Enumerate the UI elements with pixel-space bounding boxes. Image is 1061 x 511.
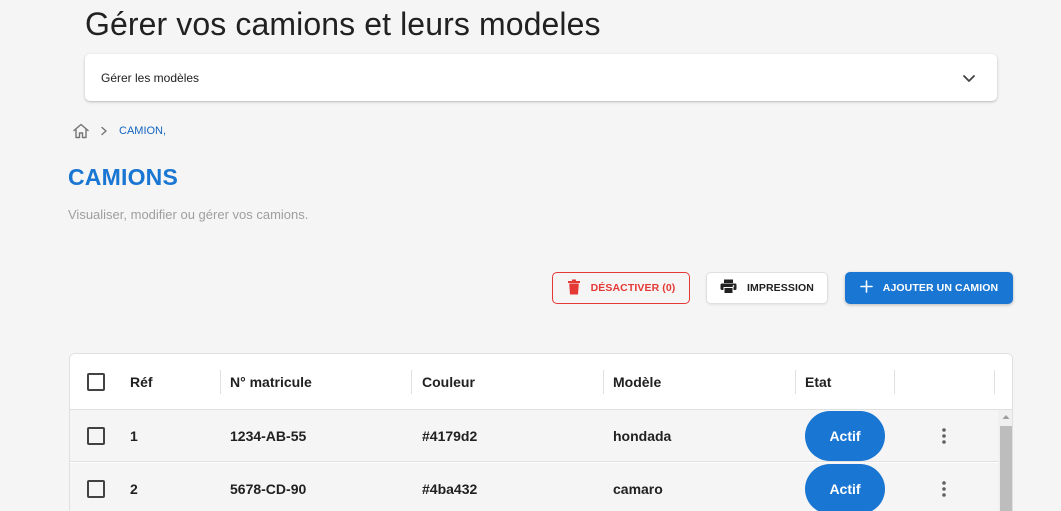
table-row[interactable]: 1 1234-AB-55 #4179d2 hondada Actif [70, 410, 998, 462]
cell-modele: camaro [613, 481, 663, 497]
column-separator [894, 370, 895, 394]
breadcrumb: CAMION, [71, 121, 166, 141]
cell-matricule: 5678-CD-90 [230, 481, 307, 497]
cell-couleur: #4ba432 [422, 481, 478, 497]
chevron-down-icon[interactable] [961, 70, 977, 86]
cell-ref: 1 [130, 428, 138, 444]
cell-modele: hondada [613, 428, 672, 444]
print-button[interactable]: IMPRESSION [706, 272, 828, 304]
print-label: IMPRESSION [747, 282, 814, 294]
cell-couleur: #4179d2 [422, 428, 478, 444]
column-header-etat[interactable]: Etat [805, 354, 831, 410]
cell-ref: 2 [130, 481, 138, 497]
column-header-modele[interactable]: Modèle [613, 354, 661, 410]
chevron-right-icon [99, 125, 111, 137]
breadcrumb-camion-link[interactable]: CAMION, [119, 125, 166, 137]
trucks-table: Réf N° matricule Couleur Modèle Etat 1 1… [69, 353, 1013, 511]
select-all-checkbox[interactable] [87, 373, 105, 391]
column-separator [994, 370, 995, 394]
scrollbar-thumb[interactable] [1000, 426, 1012, 511]
row-checkbox[interactable] [87, 427, 105, 445]
deactivate-label: DÉSACTIVER (0) [590, 282, 676, 294]
table-row[interactable]: 2 5678-CD-90 #4ba432 camaro Actif [70, 463, 998, 511]
section-subtitle: Visualiser, modifier ou gérer vos camion… [68, 207, 309, 222]
column-separator [603, 370, 604, 394]
add-truck-label: AJOUTER UN CAMION [882, 282, 999, 294]
column-separator [411, 370, 412, 394]
status-badge[interactable]: Actif [805, 464, 885, 511]
models-accordion[interactable]: Gérer les modèles [85, 54, 997, 101]
scroll-up-arrow-icon[interactable] [998, 412, 1012, 422]
plus-icon [859, 280, 873, 296]
table-header: Réf N° matricule Couleur Modèle Etat [70, 354, 1012, 410]
printer-icon [720, 279, 737, 297]
cell-matricule: 1234-AB-55 [230, 428, 307, 444]
table-scrollbar[interactable] [998, 410, 1012, 511]
trash-icon [567, 279, 581, 298]
add-truck-button[interactable]: AJOUTER UN CAMION [845, 272, 1013, 304]
home-icon[interactable] [71, 121, 91, 141]
column-header-couleur[interactable]: Couleur [422, 354, 475, 410]
page-title: Gérer vos camions et leurs modeles [85, 6, 601, 42]
page: Gérer vos camions et leurs modeles Gérer… [0, 0, 1061, 511]
deactivate-button[interactable]: DÉSACTIVER (0) [552, 272, 690, 304]
accordion-label: Gérer les modèles [101, 70, 200, 85]
row-checkbox[interactable] [87, 480, 105, 498]
status-badge[interactable]: Actif [805, 411, 885, 461]
column-separator [220, 370, 221, 394]
section-title: CAMIONS [68, 164, 179, 190]
more-vertical-icon[interactable] [934, 426, 954, 446]
column-separator [795, 370, 796, 394]
more-vertical-icon[interactable] [934, 479, 954, 499]
column-header-matricule[interactable]: N° matricule [230, 354, 312, 410]
column-header-ref[interactable]: Réf [130, 354, 153, 410]
